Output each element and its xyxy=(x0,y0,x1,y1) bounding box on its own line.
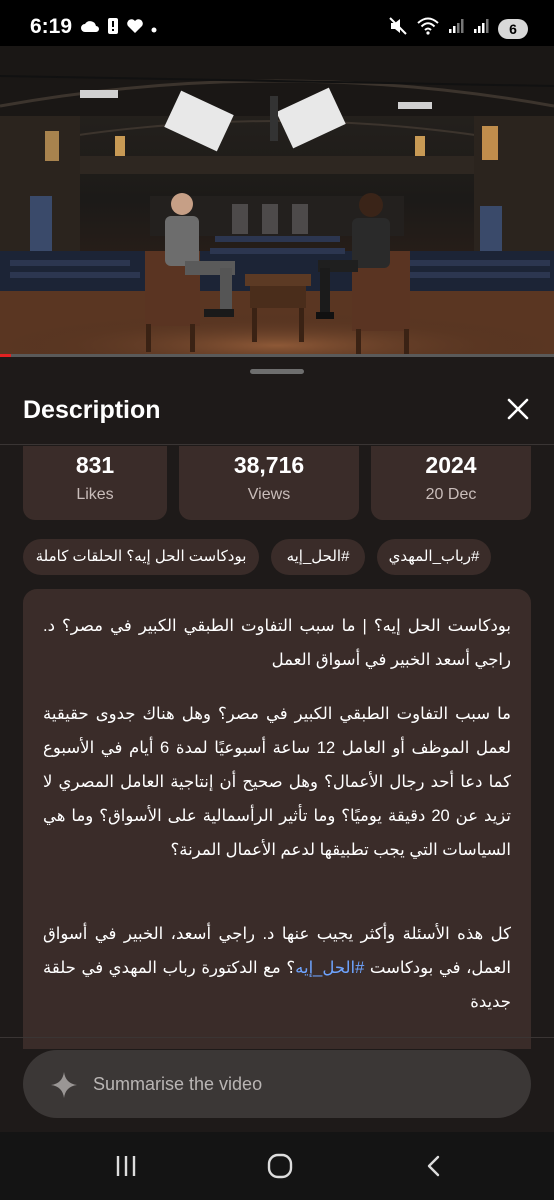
closing-hashtag-link[interactable]: #الحل_إيه xyxy=(295,959,364,977)
signal-icon xyxy=(473,18,489,39)
tag-chip-hal-eh[interactable]: #الحل_إيه xyxy=(271,539,365,575)
dot-icon xyxy=(151,20,157,38)
description-sheet: Description 831 Likes 38,716 Views 2024 … xyxy=(0,357,554,1132)
mute-icon xyxy=(388,16,408,41)
date-day: 20 Dec xyxy=(425,486,477,503)
back-button[interactable] xyxy=(414,1150,454,1182)
description-body: ما سبب التفاوت الطبقي الكبير في مصر؟ وهل… xyxy=(43,705,511,859)
back-icon xyxy=(427,1155,440,1177)
phone-alert-icon xyxy=(107,17,119,40)
recent-apps-icon xyxy=(116,1156,136,1176)
home-button[interactable] xyxy=(260,1150,300,1182)
date-stat: 2024 20 Dec xyxy=(371,446,531,520)
likes-label: Likes xyxy=(76,486,114,503)
heart-icon xyxy=(126,18,144,39)
tag-chip-rabab[interactable]: #رباب_المهدي xyxy=(377,539,491,575)
wifi-icon xyxy=(417,17,439,40)
description-card: بودكاست الحل إيه؟ | ما سبب التفاوت الطبق… xyxy=(23,589,531,1049)
views-label: Views xyxy=(247,486,291,503)
description-closing: كل هذه الأسئلة وأكثر يجيب عنها د. راجي أ… xyxy=(43,917,511,1019)
status-left-icons xyxy=(80,17,157,40)
home-icon xyxy=(267,1153,293,1179)
sheet-header: Description xyxy=(0,387,554,445)
close-button[interactable] xyxy=(502,393,534,425)
system-nav-bar xyxy=(0,1132,554,1200)
likes-stat: 831 Likes xyxy=(23,446,167,520)
video-stats: 831 Likes 38,716 Views 2024 20 Dec xyxy=(23,446,531,520)
video-frame xyxy=(0,46,554,355)
views-value: 38,716 xyxy=(233,452,305,478)
cloud-icon xyxy=(80,19,100,38)
description-title: بودكاست الحل إيه؟ | ما سبب التفاوت الطبق… xyxy=(43,617,511,669)
status-right-icons: 6 xyxy=(388,16,528,41)
sparkle-icon xyxy=(49,1070,79,1105)
sheet-title: Description xyxy=(23,396,161,424)
likes-value: 831 xyxy=(75,452,115,478)
tag-chip-podcast[interactable]: بودكاست الحل إيه؟ الحلقات كاملة xyxy=(23,539,259,575)
views-stat: 38,716 Views xyxy=(179,446,359,520)
summarise-video-button[interactable]: Summarise the video xyxy=(23,1050,531,1118)
sheet-drag-handle[interactable] xyxy=(250,369,304,374)
battery-badge: 6 xyxy=(498,18,528,39)
tag-chips: بودكاست الحل إيه؟ الحلقات كاملة #الحل_إي… xyxy=(23,539,531,575)
video-player[interactable] xyxy=(0,46,554,355)
close-icon xyxy=(507,398,529,420)
summarise-label: Summarise the video xyxy=(93,1074,263,1094)
status-bar: 6:19 6 xyxy=(0,0,554,46)
recent-apps-button[interactable] xyxy=(106,1150,146,1182)
sheet-divider xyxy=(0,1037,554,1038)
status-time: 6:19 xyxy=(30,15,73,38)
signal-icon xyxy=(448,18,464,39)
date-year: 2024 xyxy=(425,452,477,478)
